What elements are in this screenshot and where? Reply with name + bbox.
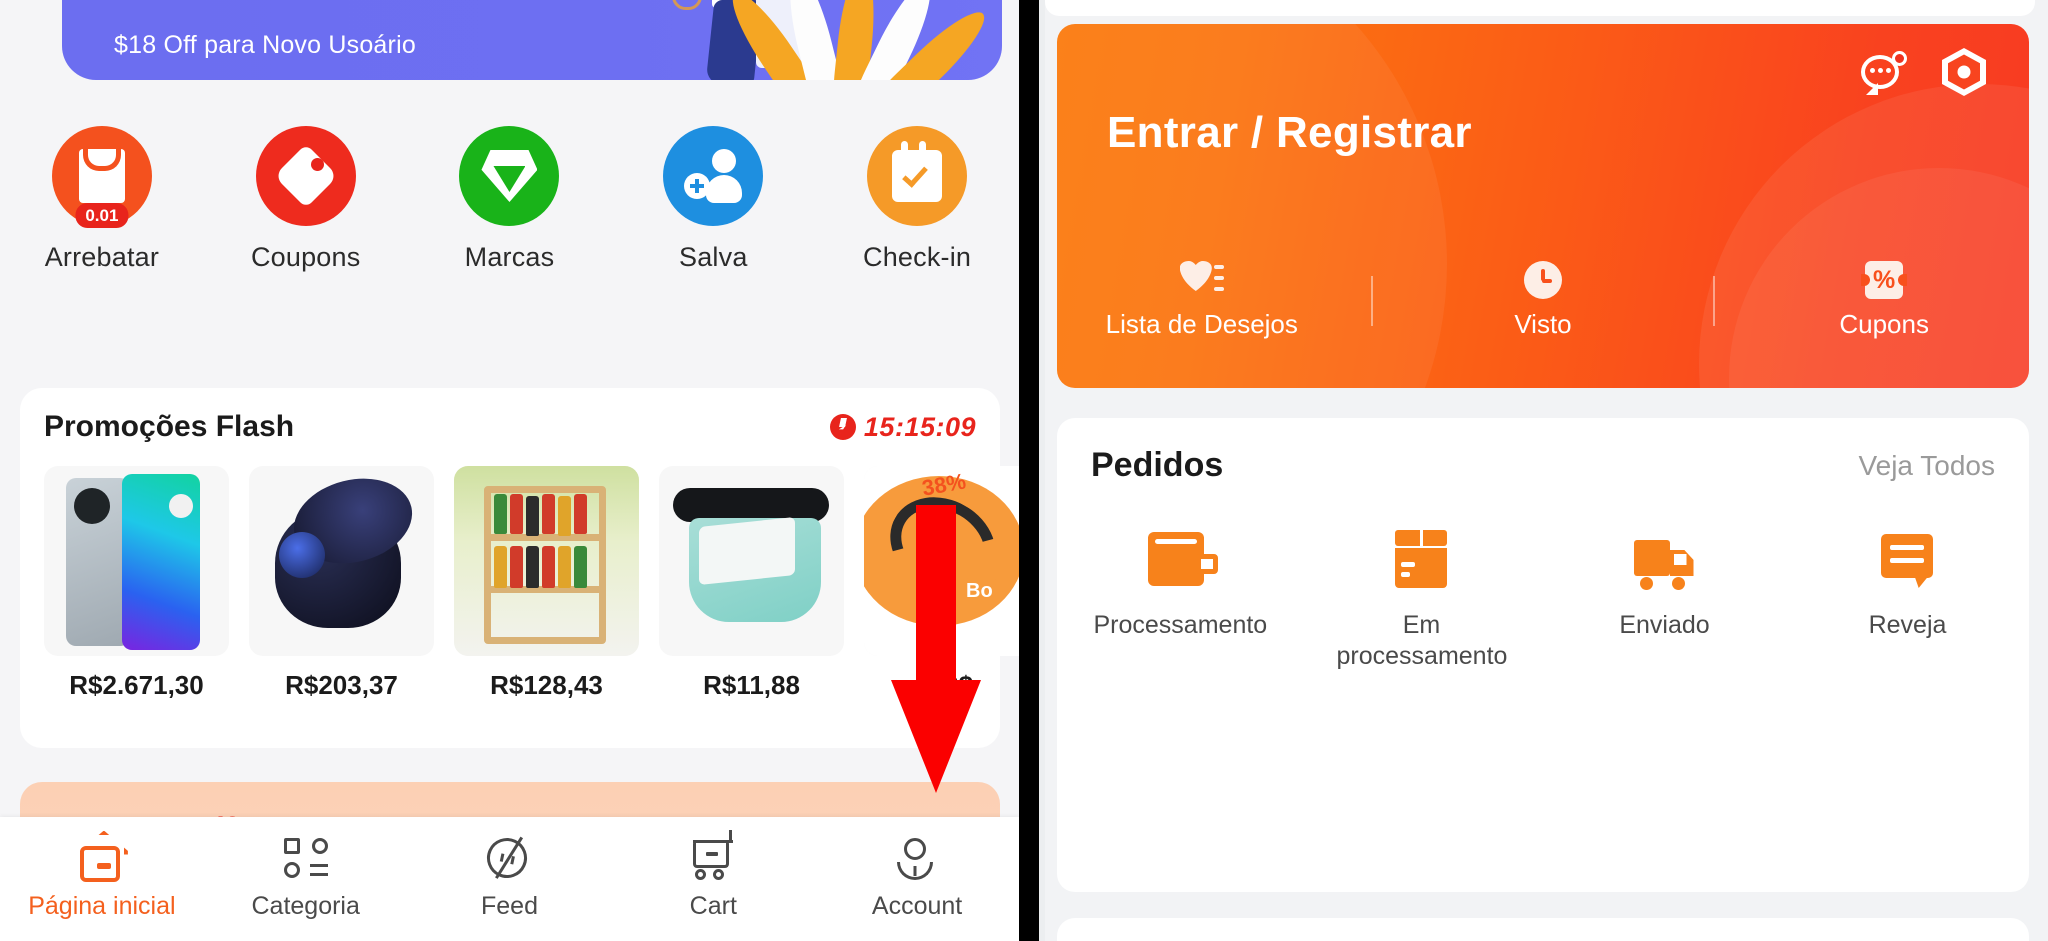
flash-deals-card: Promoções Flash 15:15:09 R$2.671,30 R$20… [20,388,1019,748]
account-icon [895,837,939,882]
panel-divider [1019,0,1039,941]
calendar-check-icon [867,126,968,226]
product-price: R$203,37 [285,670,398,700]
quick-action-label: Arrebatar [44,242,160,272]
heart-list-icon [1180,261,1224,299]
quick-action-salva[interactable]: Salva [638,126,788,273]
price-tag-icon [255,126,356,226]
panel-divider-edge [1039,0,1045,941]
orders-view-all-link[interactable]: Veja Todos [1859,450,1996,482]
nav-item-category[interactable]: Categoria [216,837,396,921]
order-status-label: Reveja [1868,611,1947,639]
order-status-shipped[interactable]: Enviado [1565,528,1765,673]
quick-link-label: Cupons [1839,309,1929,339]
product-image [454,466,639,656]
hexagon-gear-icon[interactable] [1941,48,1987,96]
home-icon [79,838,124,882]
quick-link-viewed[interactable]: Visto [1423,261,1663,340]
quick-action-arrebatar[interactable]: 0.01 Arrebatar [27,126,177,273]
fan-decoration [721,0,995,80]
nav-item-account[interactable]: Account [827,837,1007,921]
clock-icon [1523,261,1562,299]
orders-card: Pedidos Veja Todos Processamento Em proc… [1057,418,2029,892]
home-screen-panel: $18 Off para Novo Usoário 0.01 Arrebatar… [0,0,1019,941]
flash-deals-timer: 15:15:09 [829,411,976,443]
order-status-review[interactable]: Reveja [1808,528,2008,673]
promo-banner-text: $18 Off para Novo Usoário [114,31,416,59]
account-header-card: Entrar / Registrar Lista de Desejos Vist… [1057,24,2029,388]
nav-label: Página inicial [28,891,176,920]
order-status-label: Enviado [1619,611,1710,639]
quick-link-separator [1371,275,1374,326]
cart-icon [691,829,735,882]
bottom-nav-bar: Página inicial Categoria Feed Cart Accou… [0,817,1019,941]
quick-action-marcas[interactable]: Marcas [434,126,584,273]
account-top-sliver [1045,0,2035,16]
bolt-icon [829,414,856,440]
nav-item-feed[interactable]: Feed [419,831,599,921]
login-register-title[interactable]: Entrar / Registrar [1107,108,1472,158]
account-screen-panel: Entrar / Registrar Lista de Desejos Vist… [1039,0,2048,941]
coupon-percent-icon: % [1861,261,1908,299]
quick-action-checkin[interactable]: Check-in [842,126,992,273]
chat-bubble-icon[interactable] [1861,51,1907,95]
review-comment-icon [1875,528,1941,592]
arrebatar-badge: 0.01 [75,202,129,228]
quick-link-label: Lista de Desejos [1105,309,1298,339]
screenshot-root: $18 Off para Novo Usoário 0.01 Arrebatar… [0,0,2048,941]
product-image [249,466,434,656]
delivery-truck-icon [1632,528,1698,592]
flash-product-4[interactable]: R$11,88 [659,466,844,701]
flash-deals-list: R$2.671,30 R$203,37 R$128,43 R$11,88 38%… [44,466,1019,701]
package-box-icon [1389,528,1455,592]
nav-label: Feed [480,891,538,920]
wallet-icon [1146,528,1218,592]
quick-action-label: Coupons [250,242,361,272]
nav-label: Categoria [251,891,360,920]
order-status-label: Em processamento [1336,611,1508,671]
nav-item-cart[interactable]: Cart [623,829,803,921]
quick-link-coupons[interactable]: % Cupons [1764,261,2004,340]
quick-actions-row: 0.01 Arrebatar Coupons Marcas Salva Chec… [0,126,1019,273]
orders-status-grid: Processamento Em processamento Enviado R… [1057,528,2029,673]
promo-banner[interactable]: $18 Off para Novo Usoário [62,0,1002,80]
order-status-processing-payment[interactable]: Processamento [1079,528,1279,673]
product-price: R$128,43 [490,670,603,700]
order-status-in-process[interactable]: Em processamento [1322,528,1522,673]
account-quick-links: Lista de Desejos Visto % Cupons [1057,261,2029,340]
quick-link-wishlist[interactable]: Lista de Desejos [1082,261,1322,340]
shopping-bag-icon: 0.01 [51,126,152,228]
flash-product-1[interactable]: R$2.671,30 [44,466,229,701]
nav-label: Cart [689,891,737,920]
flash-deals-header: Promoções Flash 15:15:09 [44,410,976,444]
quick-action-label: Marcas [464,242,555,272]
product-price: R$2.671,30 [69,670,204,700]
quick-action-label: Check-in [863,242,972,272]
flash-product-2[interactable]: R$203,37 [249,466,434,701]
nav-item-home[interactable]: Página inicial [12,838,192,921]
quick-link-separator [1712,275,1715,326]
product-price: R$11,88 [703,670,800,700]
product-image [44,466,229,656]
quick-action-coupons[interactable]: Coupons [231,126,381,273]
category-icon [283,837,328,882]
ring-decoration-icon [672,0,702,10]
flash-product-3[interactable]: R$128,43 [454,466,639,701]
header-icon-group [1861,48,1987,96]
orders-title: Pedidos [1091,446,1224,484]
feed-icon [481,831,534,884]
quick-link-label: Visto [1514,309,1572,339]
flash-deals-title: Promoções Flash [44,410,295,443]
flash-countdown: 15:15:09 [863,411,976,442]
nav-label: Account [871,891,963,920]
orders-header: Pedidos Veja Todos [1091,446,1995,485]
product-image [659,466,844,656]
add-user-icon [663,126,764,226]
red-down-arrow-annotation [889,505,983,795]
order-status-label: Processamento [1093,611,1268,639]
next-section-card [1057,918,2029,941]
promo-illustration [582,0,1002,80]
diamond-icon [459,126,560,226]
quick-action-label: Salva [679,242,748,272]
